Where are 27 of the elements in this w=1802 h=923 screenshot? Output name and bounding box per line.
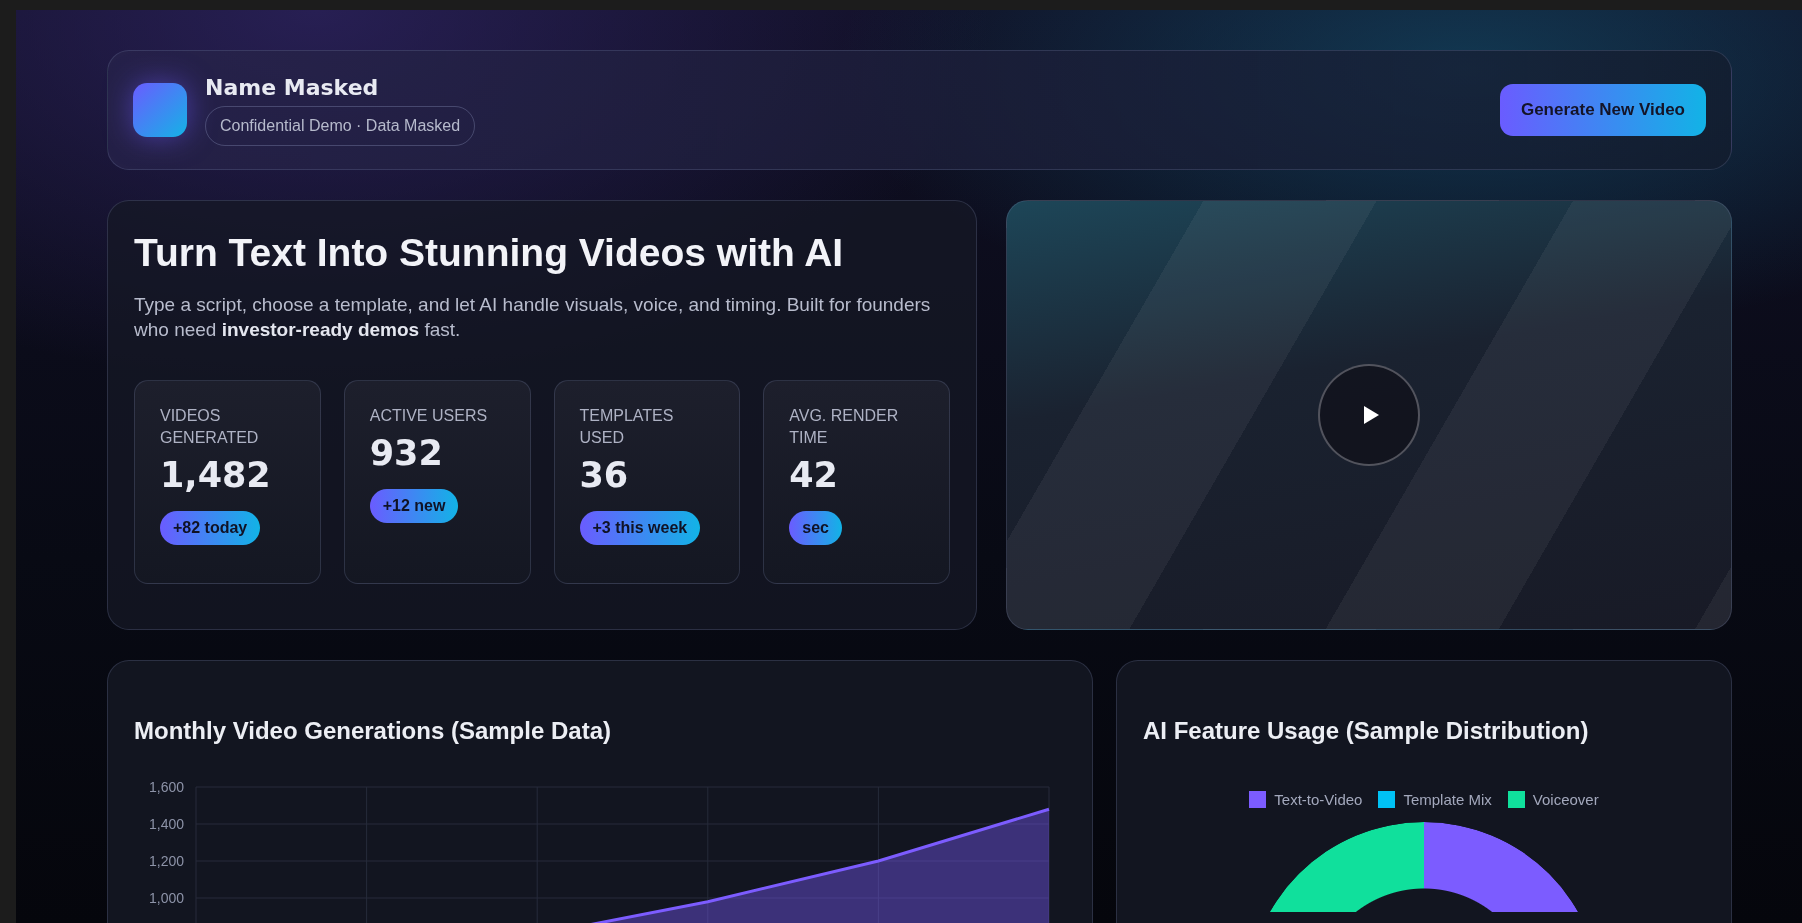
legend-label: Voiceover bbox=[1532, 791, 1599, 808]
hero-description: Type a script, choose a template, and let AI handle visuals, voice, and timing. Built for founders who need investor-ready demos fast. bbox=[134, 293, 932, 342]
legend-label: Text-to-Video bbox=[1274, 791, 1363, 808]
chart-title: Monthly Video Generations (Sample Data) bbox=[134, 717, 612, 745]
account-name: Name Masked bbox=[205, 74, 379, 100]
stat-badge: sec bbox=[789, 510, 842, 545]
logo-icon bbox=[133, 83, 187, 137]
stat-value: 932 bbox=[369, 432, 443, 473]
chart-title: AI Feature Usage (Sample Distribution) bbox=[1143, 717, 1589, 745]
stat-badge: +12 new bbox=[369, 488, 459, 523]
generate-video-button[interactable]: Generate New Video bbox=[1499, 84, 1706, 136]
play-icon bbox=[1362, 405, 1380, 425]
stat-badge: +82 today bbox=[160, 510, 261, 545]
stat-label: ACTIVE USERS bbox=[369, 406, 488, 427]
y-axis-label: 1,600 bbox=[148, 779, 184, 795]
y-axis-label: 1,000 bbox=[148, 890, 184, 906]
stat-value: 1,482 bbox=[160, 454, 271, 495]
stat-value: 36 bbox=[579, 454, 629, 495]
stat-badge: +3 this week bbox=[579, 510, 701, 545]
stat-label: VIDEOS GENERATED bbox=[160, 406, 260, 448]
legend-label: Template Mix bbox=[1403, 791, 1492, 808]
y-axis-label: 1,400 bbox=[148, 816, 184, 832]
hero-title: Turn Text Into Stunning Videos with AI bbox=[134, 231, 845, 275]
stat-label: AVG. RENDER TIME bbox=[789, 406, 900, 448]
stat-value: 42 bbox=[789, 454, 838, 495]
stat-label: TEMPLATES USED bbox=[579, 406, 675, 448]
y-axis-label: 1,200 bbox=[148, 853, 184, 869]
